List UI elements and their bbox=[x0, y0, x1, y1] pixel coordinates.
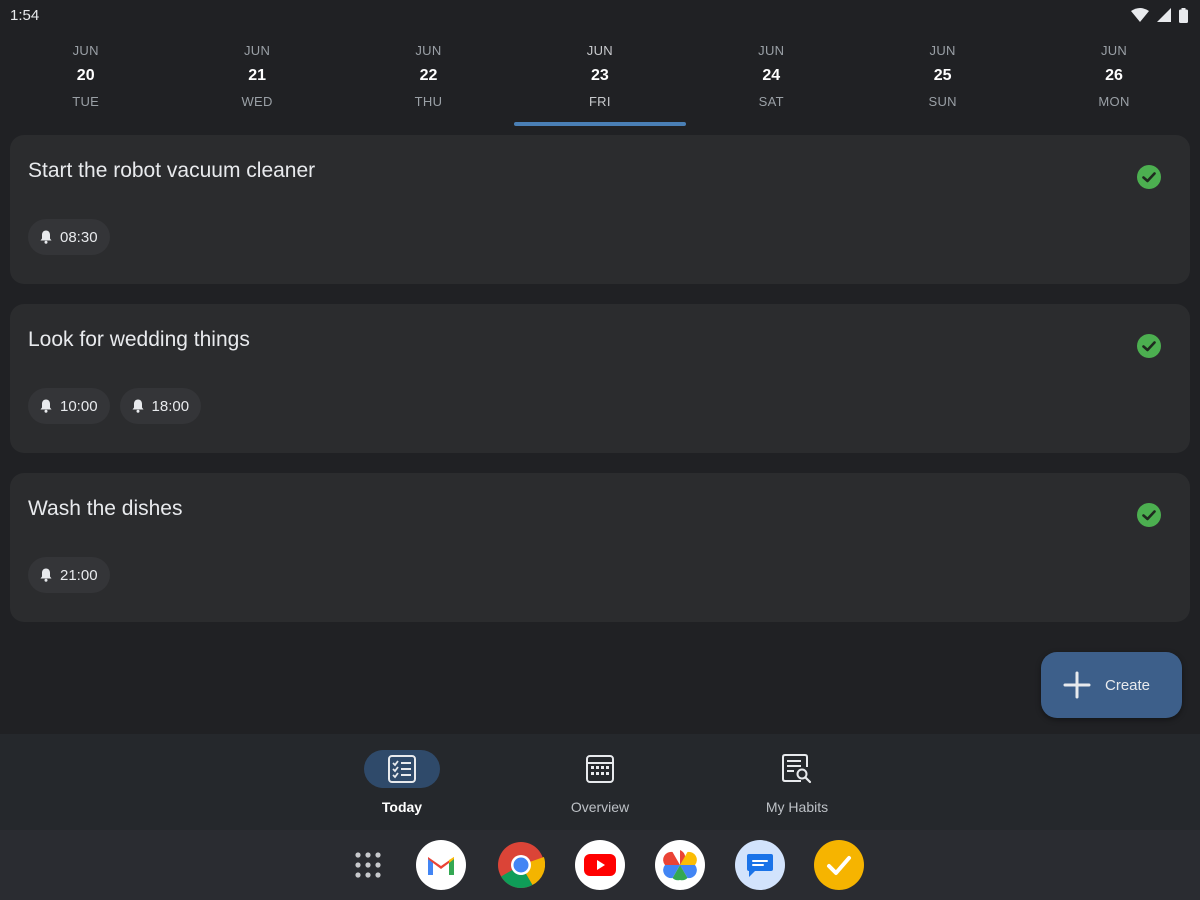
status-time: 1:54 bbox=[10, 6, 40, 24]
task-title: Start the robot vacuum cleaner bbox=[28, 159, 316, 182]
date-weekday: FRI bbox=[588, 94, 611, 109]
reminder-chip[interactable]: 21:00 bbox=[28, 557, 110, 593]
checklist-icon bbox=[388, 755, 416, 783]
date-strip: JUN 20 TUE JUN 21 WED JUN 22 THU JUN 23 … bbox=[0, 36, 1200, 126]
create-button-label: Create bbox=[1105, 676, 1151, 694]
date-weekday: TUE bbox=[72, 94, 100, 109]
reminder-time: 08:30 bbox=[60, 228, 98, 246]
nav-item-overview[interactable]: Overview bbox=[540, 750, 660, 820]
date-item-23-selected[interactable]: JUN 23 FRI bbox=[514, 36, 686, 126]
task-list: Start the robot vacuum cleaner 08:30 Loo… bbox=[10, 135, 1190, 642]
date-item-24[interactable]: JUN 24 SAT bbox=[686, 36, 857, 126]
nav-item-my-habits[interactable]: My Habits bbox=[737, 750, 857, 820]
date-month: JUN bbox=[929, 43, 956, 58]
nav-pill bbox=[562, 750, 638, 788]
bell-icon bbox=[40, 230, 52, 244]
date-day: 20 bbox=[76, 67, 95, 84]
reminder-chip[interactable]: 08:30 bbox=[28, 219, 110, 255]
plus-icon bbox=[1063, 671, 1091, 699]
date-month: JUN bbox=[586, 43, 613, 58]
date-month: JUN bbox=[243, 43, 271, 58]
bell-icon bbox=[132, 399, 144, 413]
nav-label: Overview bbox=[570, 799, 630, 815]
chrome-icon[interactable] bbox=[496, 840, 546, 890]
date-month: JUN bbox=[72, 43, 99, 58]
reminder-time: 18:00 bbox=[151, 397, 190, 415]
task-card[interactable]: Start the robot vacuum cleaner 08:30 bbox=[10, 135, 1190, 284]
date-day: 21 bbox=[248, 67, 266, 84]
date-weekday: THU bbox=[414, 94, 443, 109]
date-day: 26 bbox=[1105, 67, 1123, 84]
date-day: 25 bbox=[933, 67, 952, 84]
battery-icon bbox=[1179, 7, 1188, 23]
date-item-26[interactable]: JUN 26 MON bbox=[1028, 36, 1199, 126]
status-icons bbox=[1131, 7, 1188, 23]
reminder-list: 08:30 bbox=[28, 219, 110, 255]
nav-pill bbox=[759, 750, 835, 788]
gmail-icon[interactable] bbox=[416, 840, 466, 890]
nav-label: Today bbox=[381, 799, 423, 815]
date-month: JUN bbox=[758, 43, 785, 58]
nav-active-pill bbox=[364, 750, 440, 788]
nav-label: My Habits bbox=[765, 799, 829, 815]
messages-icon[interactable] bbox=[735, 840, 785, 890]
tasks-app-icon[interactable] bbox=[814, 840, 864, 890]
date-item-25[interactable]: JUN 25 SUN bbox=[857, 36, 1028, 126]
date-day: 22 bbox=[419, 67, 438, 84]
list-search-icon bbox=[782, 754, 812, 784]
calendar-grid-icon bbox=[586, 755, 614, 783]
bell-icon bbox=[40, 399, 52, 413]
reminder-chip[interactable]: 18:00 bbox=[119, 388, 202, 424]
cell-signal-icon bbox=[1157, 8, 1171, 22]
date-weekday: WED bbox=[241, 94, 273, 109]
check-circle-icon[interactable] bbox=[1136, 164, 1162, 190]
reminder-time: 10:00 bbox=[60, 397, 98, 415]
date-item-20[interactable]: JUN 20 TUE bbox=[0, 36, 171, 126]
app-drawer-icon[interactable] bbox=[343, 840, 393, 890]
date-month: JUN bbox=[415, 43, 442, 58]
nav-item-today[interactable]: Today bbox=[342, 750, 462, 820]
check-circle-icon[interactable] bbox=[1136, 502, 1162, 528]
task-title: Wash the dishes bbox=[28, 497, 183, 520]
check-circle-icon[interactable] bbox=[1136, 333, 1162, 359]
task-title: Look for wedding things bbox=[28, 328, 250, 351]
date-item-22[interactable]: JUN 22 THU bbox=[343, 36, 514, 126]
wifi-icon bbox=[1131, 8, 1149, 22]
date-item-21[interactable]: JUN 21 WED bbox=[171, 36, 342, 126]
selected-date-indicator bbox=[514, 122, 686, 126]
date-weekday: SUN bbox=[928, 94, 957, 109]
system-dock bbox=[0, 830, 1200, 900]
photos-icon[interactable] bbox=[655, 840, 705, 890]
reminder-list: 10:00 18:00 bbox=[28, 388, 202, 424]
date-month: JUN bbox=[1100, 43, 1128, 58]
youtube-icon[interactable] bbox=[575, 840, 625, 890]
date-day: 24 bbox=[762, 67, 781, 84]
reminder-chip[interactable]: 10:00 bbox=[28, 388, 110, 424]
date-day: 23 bbox=[590, 67, 609, 84]
bottom-navigation: Today Overview My Habits bbox=[0, 734, 1200, 830]
reminder-list: 21:00 bbox=[28, 557, 110, 593]
reminder-time: 21:00 bbox=[60, 566, 98, 584]
status-bar: 1:54 bbox=[0, 0, 1200, 30]
create-button[interactable]: Create bbox=[1041, 652, 1182, 718]
task-card[interactable]: Wash the dishes 21:00 bbox=[10, 473, 1190, 622]
date-weekday: SAT bbox=[758, 94, 784, 109]
task-card[interactable]: Look for wedding things 10:00 18:00 bbox=[10, 304, 1190, 453]
date-weekday: MON bbox=[1098, 94, 1130, 109]
bell-icon bbox=[40, 568, 52, 582]
